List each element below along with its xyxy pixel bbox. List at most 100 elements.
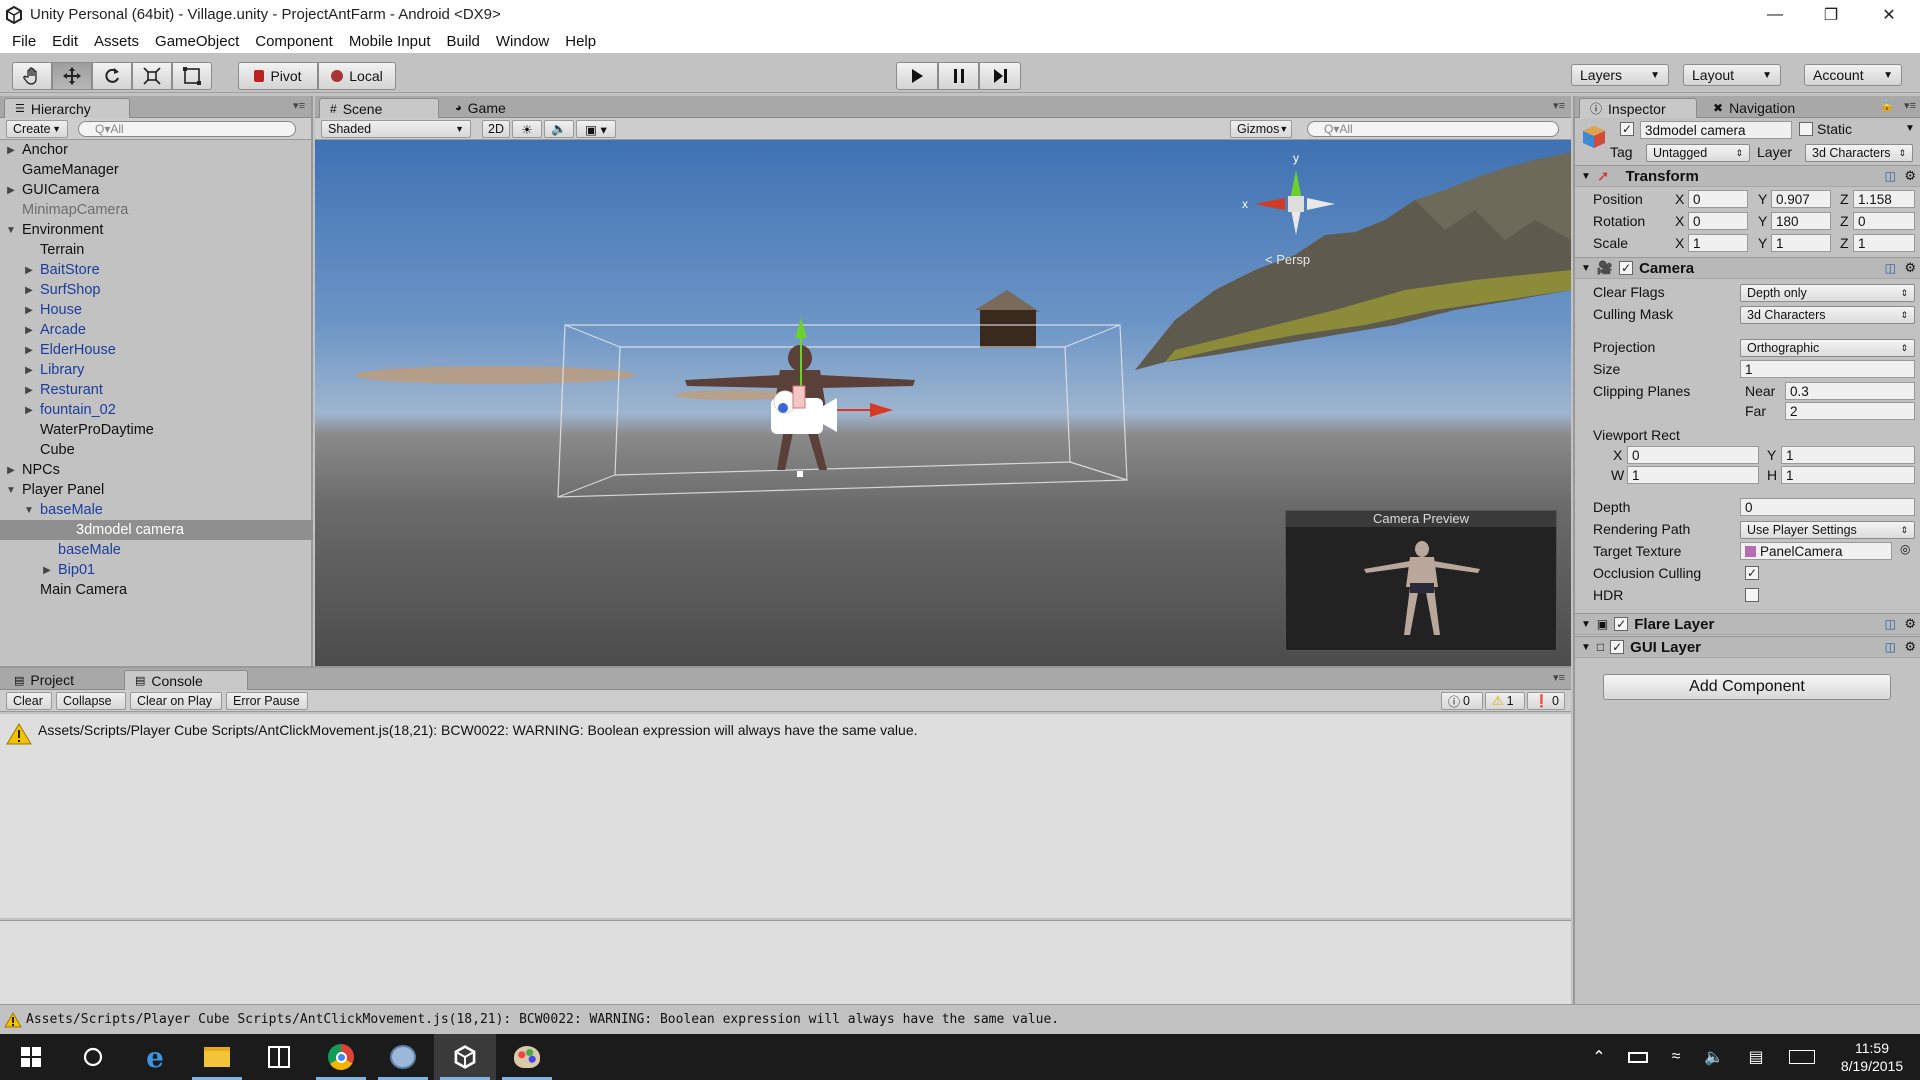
menu-build[interactable]: Build: [439, 33, 488, 50]
volume-tray-icon[interactable]: 🔈: [1698, 1034, 1730, 1080]
hierarchy-item[interactable]: ▶ SurfShop: [0, 280, 313, 300]
occlusion-culling-checkbox[interactable]: ✓: [1745, 566, 1759, 580]
tag-dropdown[interactable]: Untagged ⇕: [1646, 144, 1750, 162]
position-x-field[interactable]: 0: [1688, 190, 1748, 208]
foldout-collapsed-icon[interactable]: ▶: [4, 185, 18, 196]
foldout-expanded-icon[interactable]: ▼: [4, 485, 18, 496]
tab-hierarchy[interactable]: ☰ Hierarchy: [4, 98, 130, 118]
tab-navigation[interactable]: ✖ Navigation: [1703, 98, 1819, 118]
gear-icon[interactable]: ⚙: [1904, 168, 1916, 184]
pause-button[interactable]: [938, 62, 979, 90]
hand-tool-button[interactable]: [12, 62, 52, 90]
scale-y-field[interactable]: 1: [1771, 234, 1831, 252]
info-count-toggle[interactable]: ⓘ 0: [1441, 692, 1483, 710]
hierarchy-item[interactable]: ▶ Anchor: [0, 140, 313, 160]
hierarchy-item[interactable]: ▶ GUICamera: [0, 180, 313, 200]
viewport-h-field[interactable]: 1: [1781, 466, 1915, 484]
foldout-collapsed-icon[interactable]: ▶: [4, 465, 18, 476]
clear-button[interactable]: Clear: [6, 692, 52, 710]
help-book-icon[interactable]: ◫: [1885, 640, 1896, 654]
layers-dropdown[interactable]: Layers ▼: [1571, 64, 1669, 86]
warning-count-toggle[interactable]: ⚠ 1: [1485, 692, 1525, 710]
layout-dropdown[interactable]: Layout ▼: [1683, 64, 1781, 86]
collapse-button[interactable]: Collapse: [56, 692, 126, 710]
battery-tray-icon[interactable]: [1622, 1034, 1654, 1080]
hierarchy-item[interactable]: ▼ baseMale: [0, 500, 313, 520]
step-button[interactable]: [979, 62, 1021, 90]
hierarchy-item[interactable]: WaterProDaytime: [0, 420, 313, 440]
foldout-collapsed-icon[interactable]: ▶: [22, 405, 36, 416]
account-dropdown[interactable]: Account ▼: [1804, 64, 1902, 86]
position-z-field[interactable]: 1.158: [1853, 190, 1915, 208]
menu-help[interactable]: Help: [557, 33, 604, 50]
projection-dropdown[interactable]: Orthographic ⇕: [1740, 339, 1915, 357]
foldout-collapsed-icon[interactable]: ▶: [4, 145, 18, 156]
hierarchy-item[interactable]: ▼ Player Panel: [0, 480, 313, 500]
lock-icon[interactable]: 🔒: [1880, 99, 1894, 112]
hierarchy-item[interactable]: ▶ Library: [0, 360, 313, 380]
close-button[interactable]: ✕: [1866, 0, 1912, 29]
start-button[interactable]: [0, 1034, 62, 1080]
object-picker-icon[interactable]: ◎: [1900, 542, 1910, 556]
network-tray-icon[interactable]: ≈: [1660, 1034, 1692, 1080]
gear-icon[interactable]: ⚙: [1904, 260, 1916, 276]
scale-tool-button[interactable]: [132, 62, 172, 90]
keyboard-tray-icon[interactable]: [1782, 1034, 1822, 1080]
foldout-expanded-icon[interactable]: ▼: [4, 225, 18, 236]
menu-assets[interactable]: Assets: [86, 33, 147, 50]
position-y-field[interactable]: 0.907: [1771, 190, 1831, 208]
error-count-toggle[interactable]: ❗ 0: [1527, 692, 1565, 710]
create-dropdown[interactable]: Create ▼: [6, 120, 68, 138]
rotation-z-field[interactable]: 0: [1853, 212, 1915, 230]
gizmos-dropdown[interactable]: Gizmos ▼: [1230, 120, 1292, 138]
hierarchy-item[interactable]: Main Camera: [0, 580, 313, 600]
hierarchy-item[interactable]: ▶ Bip01: [0, 560, 313, 580]
foldout-collapsed-icon[interactable]: ▶: [22, 385, 36, 396]
rotation-x-field[interactable]: 0: [1688, 212, 1748, 230]
taskbar-store[interactable]: [248, 1034, 310, 1080]
static-dropdown-arrow-icon[interactable]: ▼: [1905, 123, 1915, 134]
audio-toggle-button[interactable]: 🔈: [544, 120, 574, 138]
gear-icon[interactable]: ⚙: [1904, 639, 1916, 655]
scale-z-field[interactable]: 1: [1853, 234, 1915, 252]
rotate-tool-button[interactable]: [92, 62, 132, 90]
hierarchy-search-input[interactable]: Q▾All: [78, 121, 296, 137]
hierarchy-item[interactable]: ▼ Environment: [0, 220, 313, 240]
taskbar-unity[interactable]: [434, 1034, 496, 1080]
menu-window[interactable]: Window: [488, 33, 557, 50]
viewport-w-field[interactable]: 1: [1627, 466, 1759, 484]
panel-menu-icon[interactable]: ▾≡: [1553, 671, 1565, 684]
maximize-button[interactable]: ❐: [1808, 0, 1854, 29]
menu-mobile-input[interactable]: Mobile Input: [341, 33, 439, 50]
foldout-collapsed-icon[interactable]: ▶: [22, 305, 36, 316]
tab-inspector[interactable]: ⓘ Inspector: [1579, 98, 1697, 118]
hierarchy-item[interactable]: ▶ fountain_02: [0, 400, 313, 420]
hierarchy-item[interactable]: MinimapCamera: [0, 200, 313, 220]
minimize-button[interactable]: —: [1752, 0, 1798, 29]
far-field[interactable]: 2: [1785, 402, 1915, 420]
clock-tray[interactable]: 11:59 8/19/2015: [1830, 1034, 1914, 1080]
scale-x-field[interactable]: 1: [1688, 234, 1748, 252]
layer-dropdown[interactable]: 3d Characters ⇕: [1805, 144, 1913, 162]
hierarchy-item[interactable]: baseMale: [0, 540, 313, 560]
near-field[interactable]: 0.3: [1785, 382, 1915, 400]
tray-overflow-button[interactable]: ⌃: [1582, 1034, 1616, 1080]
menu-edit[interactable]: Edit: [44, 33, 86, 50]
menu-gameobject[interactable]: GameObject: [147, 33, 247, 50]
pivot-toggle-button[interactable]: Pivot: [238, 62, 318, 90]
scene-viewport[interactable]: y x < Persp Camera Preview: [315, 140, 1571, 666]
clear-on-play-button[interactable]: Clear on Play: [130, 692, 222, 710]
2d-toggle-button[interactable]: 2D: [482, 120, 510, 138]
depth-field[interactable]: 0: [1740, 498, 1915, 516]
taskbar-monodevelop[interactable]: [372, 1034, 434, 1080]
action-center-button[interactable]: ▤: [1740, 1034, 1772, 1080]
gui-layer-header[interactable]: ▼ □ ✓ GUI Layer ◫ ⚙: [1575, 636, 1920, 658]
help-book-icon[interactable]: ◫: [1885, 617, 1896, 631]
panel-menu-icon[interactable]: ▾≡: [293, 99, 305, 112]
menu-component[interactable]: Component: [247, 33, 341, 50]
camera-component-header[interactable]: ▼ 🎥 ✓ Camera ◫ ⚙: [1575, 257, 1920, 279]
camera-enabled-checkbox[interactable]: ✓: [1619, 261, 1634, 275]
move-tool-button[interactable]: [52, 62, 92, 90]
hierarchy-item[interactable]: ▶ BaitStore: [0, 260, 313, 280]
static-checkbox[interactable]: [1799, 122, 1813, 136]
